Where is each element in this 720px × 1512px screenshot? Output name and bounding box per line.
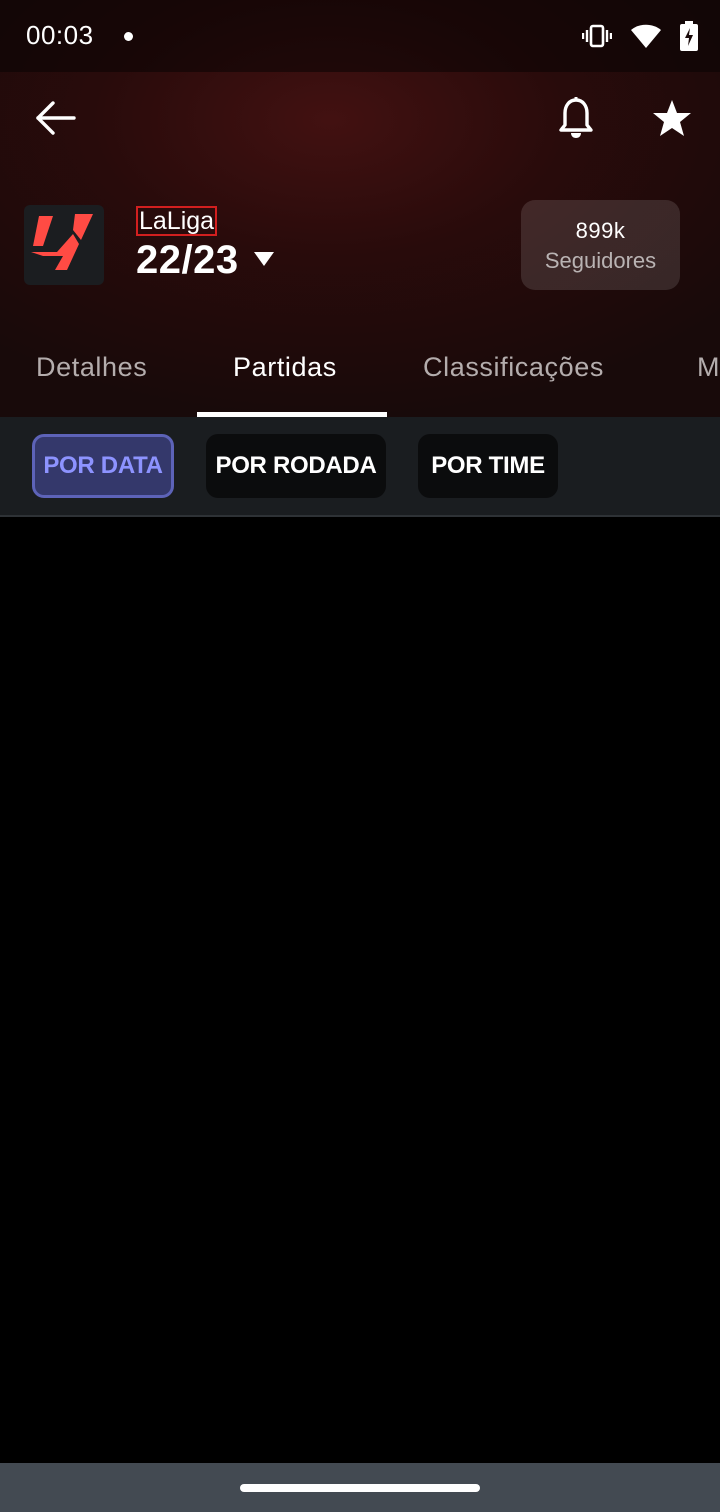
status-bar: 00:03	[0, 0, 720, 72]
matches-content-area	[0, 517, 720, 1463]
notification-dot-icon	[124, 32, 133, 41]
star-icon	[652, 99, 692, 141]
tab-partidas[interactable]: Partidas	[233, 352, 337, 383]
screen: 00:03 LaLiga 22/23 899k Seguidores Detal…	[0, 0, 720, 1512]
followers-card: 899k Seguidores	[521, 200, 680, 290]
dropdown-triangle-icon	[253, 251, 275, 271]
favorite-button[interactable]	[640, 88, 704, 152]
tab-classificacoes[interactable]: Classificações	[423, 352, 604, 383]
filter-bar: POR DATA POR RODADA POR TIME	[0, 417, 720, 517]
tab-detalhes[interactable]: Detalhes	[36, 352, 147, 383]
arrow-left-icon	[34, 100, 78, 140]
battery-charging-icon	[680, 21, 698, 51]
wifi-icon	[630, 23, 662, 49]
home-gesture-handle[interactable]	[240, 1484, 480, 1492]
back-button[interactable]	[24, 88, 88, 152]
filter-chip-por-rodada[interactable]: POR RODADA	[206, 434, 386, 498]
followers-count: 899k	[575, 218, 626, 243]
bell-icon	[559, 97, 593, 143]
tab-bar: Detalhes Partidas Classificações M	[0, 330, 720, 418]
followers-label: Seguidores	[544, 248, 657, 273]
filter-chip-por-time[interactable]: POR TIME	[418, 434, 558, 498]
status-time: 00:03	[26, 20, 94, 50]
filter-chip-por-data[interactable]: POR DATA	[32, 434, 174, 498]
league-logo	[24, 205, 104, 285]
status-icons	[582, 20, 698, 52]
season-selector[interactable]: 22/23	[136, 238, 275, 283]
season-text: 22/23	[136, 238, 239, 282]
tab-more[interactable]: M	[697, 352, 720, 383]
league-name: LaLiga	[135, 206, 218, 236]
system-navigation-bar	[0, 1463, 720, 1512]
notifications-button[interactable]	[544, 88, 608, 152]
vibrate-icon	[582, 23, 612, 49]
laliga-logo-icon	[29, 210, 99, 280]
